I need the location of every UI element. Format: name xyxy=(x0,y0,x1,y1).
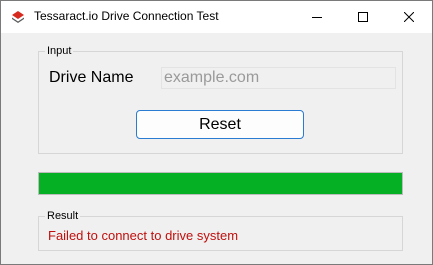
tessaract-logo-icon xyxy=(12,11,24,23)
result-message: Failed to connect to drive system xyxy=(48,228,239,243)
input-groupbox: Input Drive Name Reset xyxy=(38,44,403,154)
minimize-button[interactable] xyxy=(294,1,340,33)
close-icon xyxy=(404,12,414,22)
window-title: Tessaract.io Drive Connection Test xyxy=(34,9,219,23)
drive-name-label: Drive Name xyxy=(49,69,134,86)
title-bar[interactable]: Tessaract.io Drive Connection Test xyxy=(1,1,432,33)
maximize-button[interactable] xyxy=(340,1,386,33)
app-window: Tessaract.io Drive Connection Test Input… xyxy=(0,0,433,265)
result-groupbox: Result Failed to connect to drive system xyxy=(38,209,403,251)
minimize-icon xyxy=(312,17,322,18)
result-group-legend: Result xyxy=(45,209,81,223)
maximize-icon xyxy=(358,12,368,22)
drive-name-input[interactable] xyxy=(161,67,396,89)
input-group-legend: Input xyxy=(45,44,74,58)
progress-fill xyxy=(39,173,402,194)
close-button[interactable] xyxy=(386,1,432,33)
reset-button[interactable]: Reset xyxy=(136,110,304,139)
connection-progress-bar xyxy=(38,172,403,195)
